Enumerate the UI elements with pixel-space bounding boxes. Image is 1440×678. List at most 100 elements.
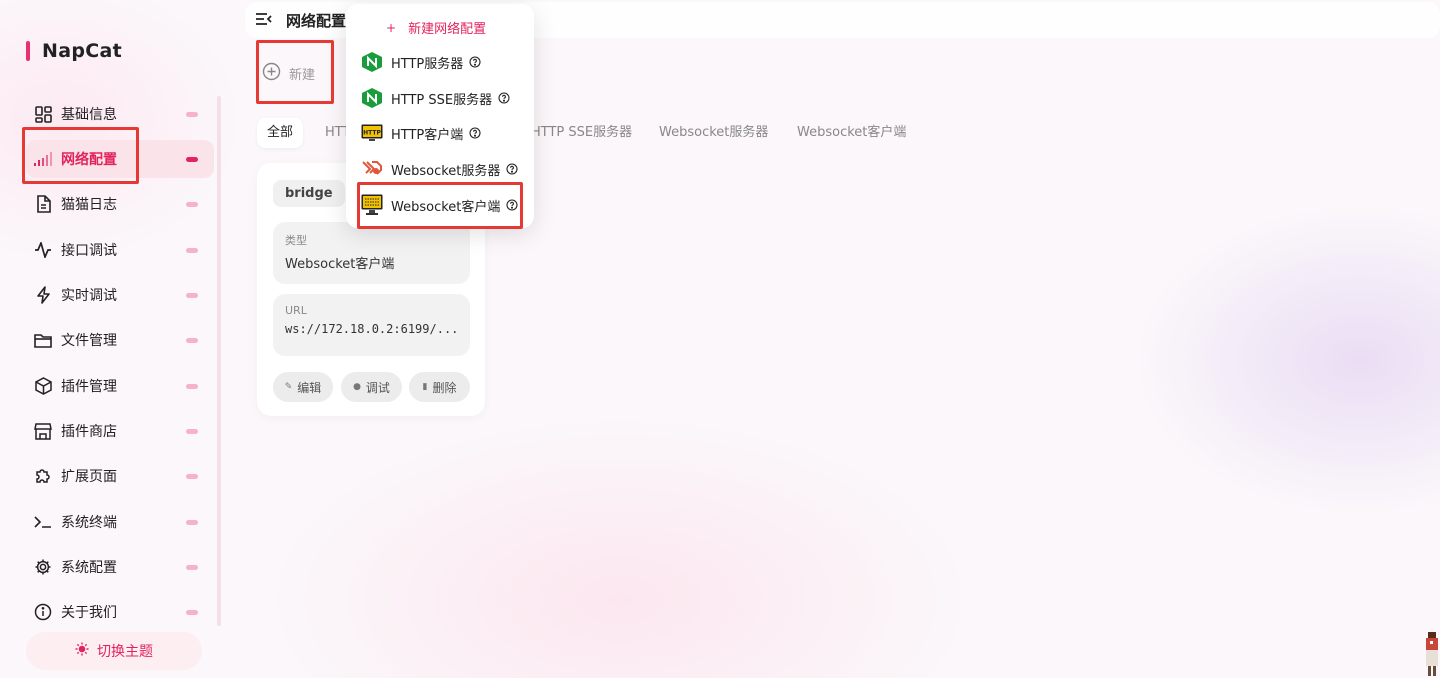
help-icon[interactable]: [498, 92, 510, 104]
sidebar-item-logs[interactable]: 猫猫日志: [26, 185, 214, 223]
debug-icon: ●: [353, 382, 361, 392]
logo-accent-bar: [26, 41, 30, 61]
dashboard-icon: [34, 105, 52, 123]
field-value: Websocket客户端: [285, 257, 395, 272]
sidebar: NapCat 基础信息 网络配置 猫猫日志 接口调试 实时调试 文件管理 插件管…: [0, 0, 222, 678]
plus-circle-icon: [262, 62, 281, 85]
app-name: NapCat: [42, 40, 122, 62]
config-name-badge: bridge: [273, 180, 345, 207]
sidebar-item-indicator: [186, 519, 198, 525]
folder-icon: [34, 331, 52, 349]
sun-icon: [75, 642, 89, 660]
sidebar-item-indicator: [186, 337, 198, 343]
sidebar-item-label: 接口调试: [61, 243, 117, 259]
sidebar-item-indicator: [186, 383, 198, 389]
activity-icon: [34, 241, 52, 259]
sidebar-item-indicator: [186, 156, 198, 162]
menu-collapse-icon[interactable]: [255, 10, 275, 30]
theme-toggle-label: 切换主题: [97, 644, 153, 660]
sidebar-item-terminal[interactable]: 系统终端: [26, 503, 214, 541]
config-url-field: URL ws://172.18.0.2:6199/...: [273, 294, 470, 356]
sidebar-item-label: 系统终端: [61, 515, 117, 531]
dropdown-header: + 新建网络配置: [386, 18, 487, 38]
tab-http-sse-server[interactable]: HTTP SSE服务器: [531, 118, 632, 148]
config-type-field: 类型 Websocket客户端: [273, 222, 470, 284]
debug-button-label: 调试: [365, 380, 390, 395]
store-icon: [34, 422, 52, 440]
sidebar-item-about[interactable]: 关于我们: [26, 593, 214, 631]
menu-item-label: HTTP SSE服务器: [391, 92, 493, 108]
sidebar-item-indicator: [186, 201, 198, 207]
sidebar-item-plugin-manager[interactable]: 插件管理: [26, 367, 214, 405]
sidebar-item-indicator: [186, 428, 198, 434]
sidebar-item-extensions[interactable]: 扩展页面: [26, 457, 214, 495]
sidebar-item-indicator: [186, 609, 198, 615]
mascot-pixel-icon: [1424, 630, 1440, 678]
tab-websocket-client[interactable]: Websocket客户端: [797, 118, 906, 148]
sidebar-item-system-config[interactable]: 系统配置: [26, 548, 214, 586]
new-config-button[interactable]: 新建: [262, 55, 315, 91]
help-icon[interactable]: [469, 56, 481, 68]
edit-icon: ✎: [284, 382, 293, 392]
sidebar-item-label: 关于我们: [61, 605, 117, 621]
page-title: 网络配置: [286, 12, 347, 30]
gear-icon: [34, 558, 52, 576]
sidebar-item-plugin-store[interactable]: 插件商店: [26, 412, 214, 450]
help-icon[interactable]: [506, 163, 518, 175]
websocket-client-icon: [360, 194, 384, 216]
new-config-dropdown: + 新建网络配置 HTTP服务器 HTTP SSE服务器 HTTP HTTP客户…: [346, 4, 534, 228]
sidebar-item-indicator: [186, 473, 198, 479]
menu-item-websocket-client[interactable]: Websocket客户端: [360, 193, 518, 217]
sidebar-item-label: 系统配置: [61, 560, 117, 576]
http-monitor-icon: HTTP: [360, 122, 384, 144]
sidebar-item-basic-info[interactable]: 基础信息: [26, 95, 214, 133]
terminal-icon: [34, 513, 52, 531]
package-icon: [34, 377, 52, 395]
tab-websocket-server[interactable]: Websocket服务器: [659, 118, 768, 148]
sidebar-item-label: 实时调试: [61, 288, 117, 304]
edit-button[interactable]: ✎ 编辑: [273, 372, 333, 402]
menu-item-http-sse-server[interactable]: HTTP SSE服务器: [360, 86, 510, 110]
sidebar-item-indicator: [186, 247, 198, 253]
menu-item-label: Websocket客户端: [391, 199, 501, 215]
edit-button-label: 编辑: [297, 380, 322, 395]
menu-item-label: HTTP客户端: [391, 127, 464, 143]
theme-toggle-button[interactable]: 切换主题: [26, 632, 202, 670]
menu-item-http-server[interactable]: HTTP服务器: [360, 50, 481, 74]
signal-bars-icon: [34, 150, 52, 168]
menu-item-websocket-server[interactable]: Websocket服务器: [360, 157, 518, 181]
sidebar-item-api-debug[interactable]: 接口调试: [26, 231, 214, 269]
sidebar-item-label: 扩展页面: [61, 469, 117, 485]
lightning-icon: [34, 286, 52, 304]
field-value: ws://172.18.0.2:6199/...: [285, 322, 458, 336]
info-icon: [34, 603, 52, 621]
debug-button[interactable]: ● 调试: [341, 372, 402, 402]
sidebar-scrollbar[interactable]: [217, 96, 221, 626]
help-icon[interactable]: [506, 199, 518, 211]
menu-item-http-client[interactable]: HTTP HTTP客户端: [360, 121, 481, 145]
sidebar-item-label: 基础信息: [61, 107, 117, 123]
nginx-icon: [360, 87, 384, 109]
sidebar-item-indicator: [186, 111, 198, 117]
svg-text:HTTP: HTTP: [363, 130, 381, 137]
app-logo[interactable]: NapCat: [26, 40, 122, 62]
help-icon[interactable]: [469, 127, 481, 139]
document-icon: [34, 195, 52, 213]
new-config-label: 新建: [289, 67, 316, 83]
sidebar-item-network-config[interactable]: 网络配置: [26, 140, 214, 178]
field-label: URL: [285, 304, 307, 317]
tab-all[interactable]: 全部: [257, 118, 304, 148]
delete-button[interactable]: ▮ 删除: [409, 372, 470, 402]
dropdown-header-label: 新建网络配置: [408, 22, 487, 37]
delete-button-label: 删除: [432, 380, 457, 395]
sidebar-item-realtime-debug[interactable]: 实时调试: [26, 276, 214, 314]
plus-icon: +: [386, 20, 397, 35]
sidebar-item-file-manager[interactable]: 文件管理: [26, 321, 214, 359]
sidebar-item-label: 文件管理: [61, 333, 117, 349]
menu-item-label: Websocket服务器: [391, 163, 501, 179]
sidebar-item-indicator: [186, 292, 198, 298]
puzzle-icon: [34, 467, 52, 485]
sidebar-item-label: 网络配置: [61, 152, 117, 168]
trash-icon: ▮: [422, 382, 428, 392]
sidebar-item-label: 猫猫日志: [61, 197, 117, 213]
